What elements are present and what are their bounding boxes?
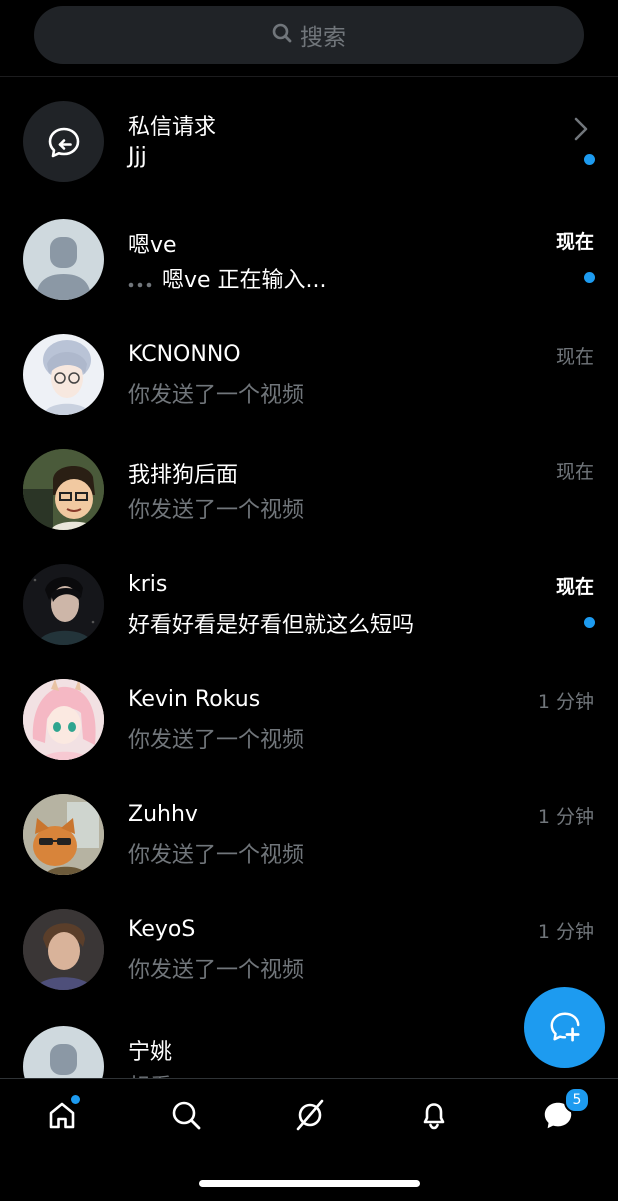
- conversation-preview: 你发送了一个视频: [128, 843, 305, 868]
- conversation-name: KCNONNO: [128, 342, 241, 367]
- conversation-name: KeyoS: [128, 917, 196, 942]
- conversation-preview: 你发送了一个视频: [128, 383, 305, 408]
- spaces-icon: [293, 1098, 327, 1136]
- avatar: [23, 219, 104, 300]
- message-requests-row[interactable]: 私信请求 Jjj: [0, 87, 618, 202]
- conversation-time: 现在: [555, 346, 594, 368]
- conversation-row[interactable]: 嗯ve 嗯ve 正在输入... 现在: [0, 205, 618, 320]
- nav-notifications[interactable]: [412, 1095, 456, 1139]
- conversation-name: 嗯ve: [128, 233, 177, 258]
- conversation-row[interactable]: KeyoS 你发送了一个视频 1 分钟: [0, 895, 618, 1010]
- conversation-preview: 嗯ve 正在输入...: [128, 262, 327, 294]
- message-request-icon: [23, 101, 104, 182]
- search-input[interactable]: 搜索: [34, 6, 584, 64]
- typing-text: 嗯ve 正在输入...: [162, 268, 327, 293]
- conversation-row[interactable]: Zuhhv 你发送了一个视频 1 分钟: [0, 780, 618, 895]
- message-requests-preview: Jjj: [128, 144, 147, 169]
- conversation-preview: 好看好看是好看但就这么短吗: [128, 613, 415, 638]
- nav-search[interactable]: [164, 1095, 208, 1139]
- conversation-time: 1 分钟: [537, 921, 594, 943]
- chevron-right-icon: [574, 117, 588, 145]
- messages-badge: 5: [564, 1087, 590, 1113]
- conversation-row[interactable]: Kevin Rokus 你发送了一个视频 1 分钟: [0, 665, 618, 780]
- conversation-preview: 你发送了一个视频: [128, 728, 305, 753]
- conversation-name: 宁姚: [128, 1040, 173, 1065]
- conversation-time: 现在: [555, 576, 594, 598]
- search-icon: [272, 23, 292, 47]
- nav-messages[interactable]: 5: [536, 1087, 590, 1139]
- search-icon: [170, 1099, 202, 1135]
- conversation-name: kris: [128, 572, 168, 597]
- new-message-icon: [548, 1009, 582, 1047]
- nav-spaces[interactable]: [288, 1095, 332, 1139]
- home-notification-dot: [71, 1095, 80, 1104]
- avatar: [23, 909, 104, 990]
- search-header: 搜索: [0, 0, 618, 77]
- home-icon: [46, 1099, 78, 1135]
- search-placeholder: 搜索: [300, 25, 346, 51]
- unread-dot: [584, 154, 595, 165]
- message-requests-title: 私信请求: [128, 115, 217, 140]
- bell-icon: [418, 1099, 450, 1135]
- conversation-row[interactable]: KCNONNO 你发送了一个视频 现在: [0, 320, 618, 435]
- avatar: [23, 794, 104, 875]
- typing-indicator-icon: [128, 269, 152, 294]
- conversation-row[interactable]: kris 好看好看是好看但就这么短吗 现在: [0, 550, 618, 665]
- conversation-name: Zuhhv: [128, 802, 198, 827]
- avatar: [23, 334, 104, 415]
- avatar: [23, 449, 104, 530]
- nav-home[interactable]: [40, 1095, 84, 1139]
- conversation-time: 1 分钟: [537, 691, 594, 713]
- avatar: [23, 679, 104, 760]
- unread-dot: [584, 617, 595, 628]
- unread-dot: [584, 272, 595, 283]
- conversation-preview: 你发送了一个视频: [128, 958, 305, 983]
- conversation-time: 现在: [555, 461, 594, 483]
- conversation-time: 1 分钟: [537, 806, 594, 828]
- conversation-preview: 你发送了一个视频: [128, 498, 305, 523]
- avatar: [23, 564, 104, 645]
- home-indicator: [199, 1180, 420, 1187]
- conversation-time: 现在: [555, 231, 594, 253]
- conversation-name: 我排狗后面: [128, 463, 239, 488]
- new-message-button[interactable]: [524, 987, 605, 1068]
- conversation-row[interactable]: 我排狗后面 你发送了一个视频 现在: [0, 435, 618, 550]
- conversation-name: Kevin Rokus: [128, 687, 261, 712]
